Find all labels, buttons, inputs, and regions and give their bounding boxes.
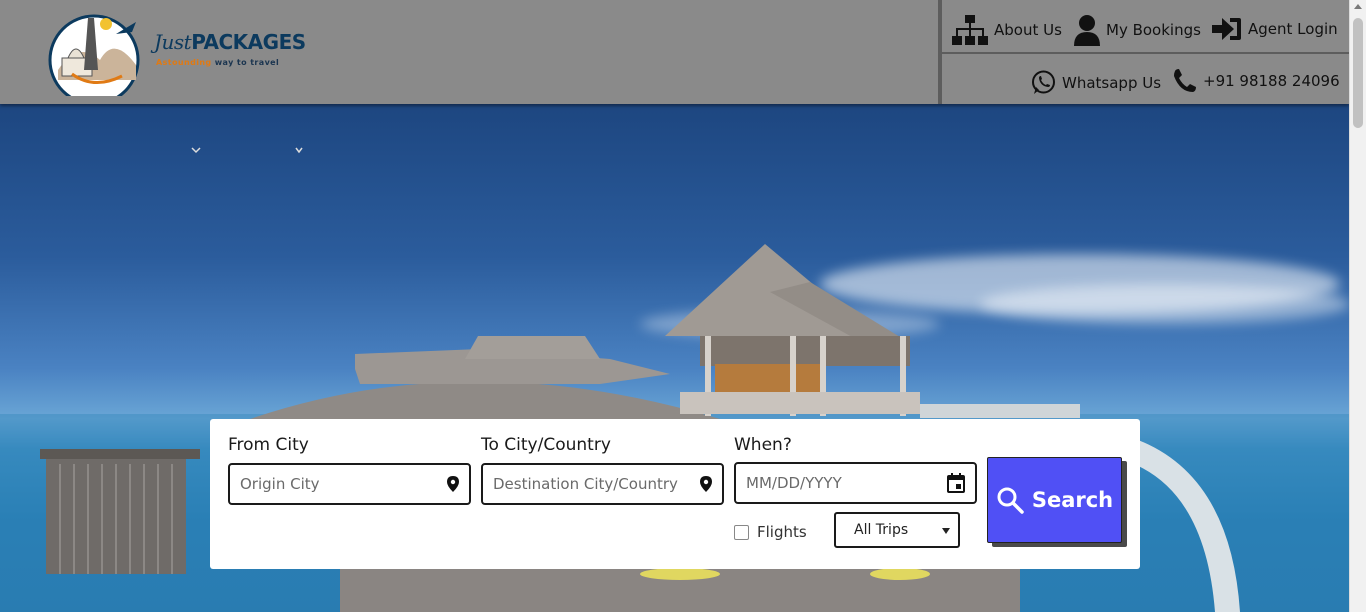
date-input[interactable]: [736, 474, 975, 492]
brand-logo[interactable]: JustPACKAGES Astounding way to travel: [48, 10, 306, 96]
search-button[interactable]: Search: [987, 457, 1122, 543]
nav-about-us-label: About Us: [994, 21, 1062, 39]
nav-phone[interactable]: +91 98188 24096: [1173, 68, 1340, 94]
nav-whatsapp-label: Whatsapp Us: [1062, 73, 1162, 92]
from-city-label: From City: [228, 435, 309, 455]
sitemap-icon: [952, 15, 988, 45]
search-panel: From City To City/Country When? Flights …: [210, 419, 1140, 569]
to-city-label: To City/Country: [481, 435, 611, 455]
calendar-icon[interactable]: [947, 473, 965, 493]
nav-my-bookings-label: My Bookings: [1106, 21, 1201, 39]
when-label: When?: [734, 435, 792, 455]
nav-my-bookings[interactable]: My Bookings: [1074, 14, 1201, 46]
chevron-down-icon: [942, 528, 950, 534]
trip-type-select[interactable]: All Trips: [834, 512, 960, 548]
flights-checkbox-row[interactable]: Flights: [734, 523, 807, 541]
from-city-input[interactable]: [230, 475, 469, 493]
trip-type-value: All Trips: [854, 522, 909, 538]
header-divider-horizontal: [942, 52, 1349, 54]
date-field[interactable]: [734, 462, 977, 504]
map-pin-icon: [700, 476, 712, 492]
user-icon: [1074, 15, 1100, 46]
search-button-label: Search: [1031, 488, 1114, 512]
to-city-input[interactable]: [483, 475, 722, 493]
brand-tagline: Astounding way to travel: [156, 58, 280, 67]
scroll-up-arrow-icon[interactable]: [1354, 4, 1362, 9]
search-icon: [997, 487, 1024, 514]
nav-about-us[interactable]: About Us: [952, 14, 1062, 46]
scrollbar-thumb[interactable]: [1353, 18, 1363, 128]
flights-checkbox[interactable]: [734, 524, 749, 540]
whatsapp-icon: [1032, 70, 1055, 94]
brand-name: JustPACKAGES: [154, 30, 306, 54]
nav-agent-login[interactable]: Agent Login: [1212, 16, 1338, 42]
nav-whatsapp[interactable]: Whatsapp Us: [1031, 70, 1161, 95]
page-scrollbar[interactable]: [1349, 0, 1366, 612]
to-city-field[interactable]: [481, 463, 724, 505]
map-pin-icon: [447, 476, 459, 492]
phone-icon: [1174, 69, 1196, 92]
from-city-field[interactable]: [228, 463, 471, 505]
site-header: JustPACKAGES Astounding way to travel Ab…: [0, 0, 1349, 104]
logo-emblem-icon: [48, 14, 140, 96]
nav-phone-label: +91 98188 24096: [1203, 72, 1340, 90]
nav-agent-login-label: Agent Login: [1248, 20, 1338, 38]
flights-label: Flights: [757, 523, 807, 541]
sign-in-icon: [1212, 18, 1241, 40]
